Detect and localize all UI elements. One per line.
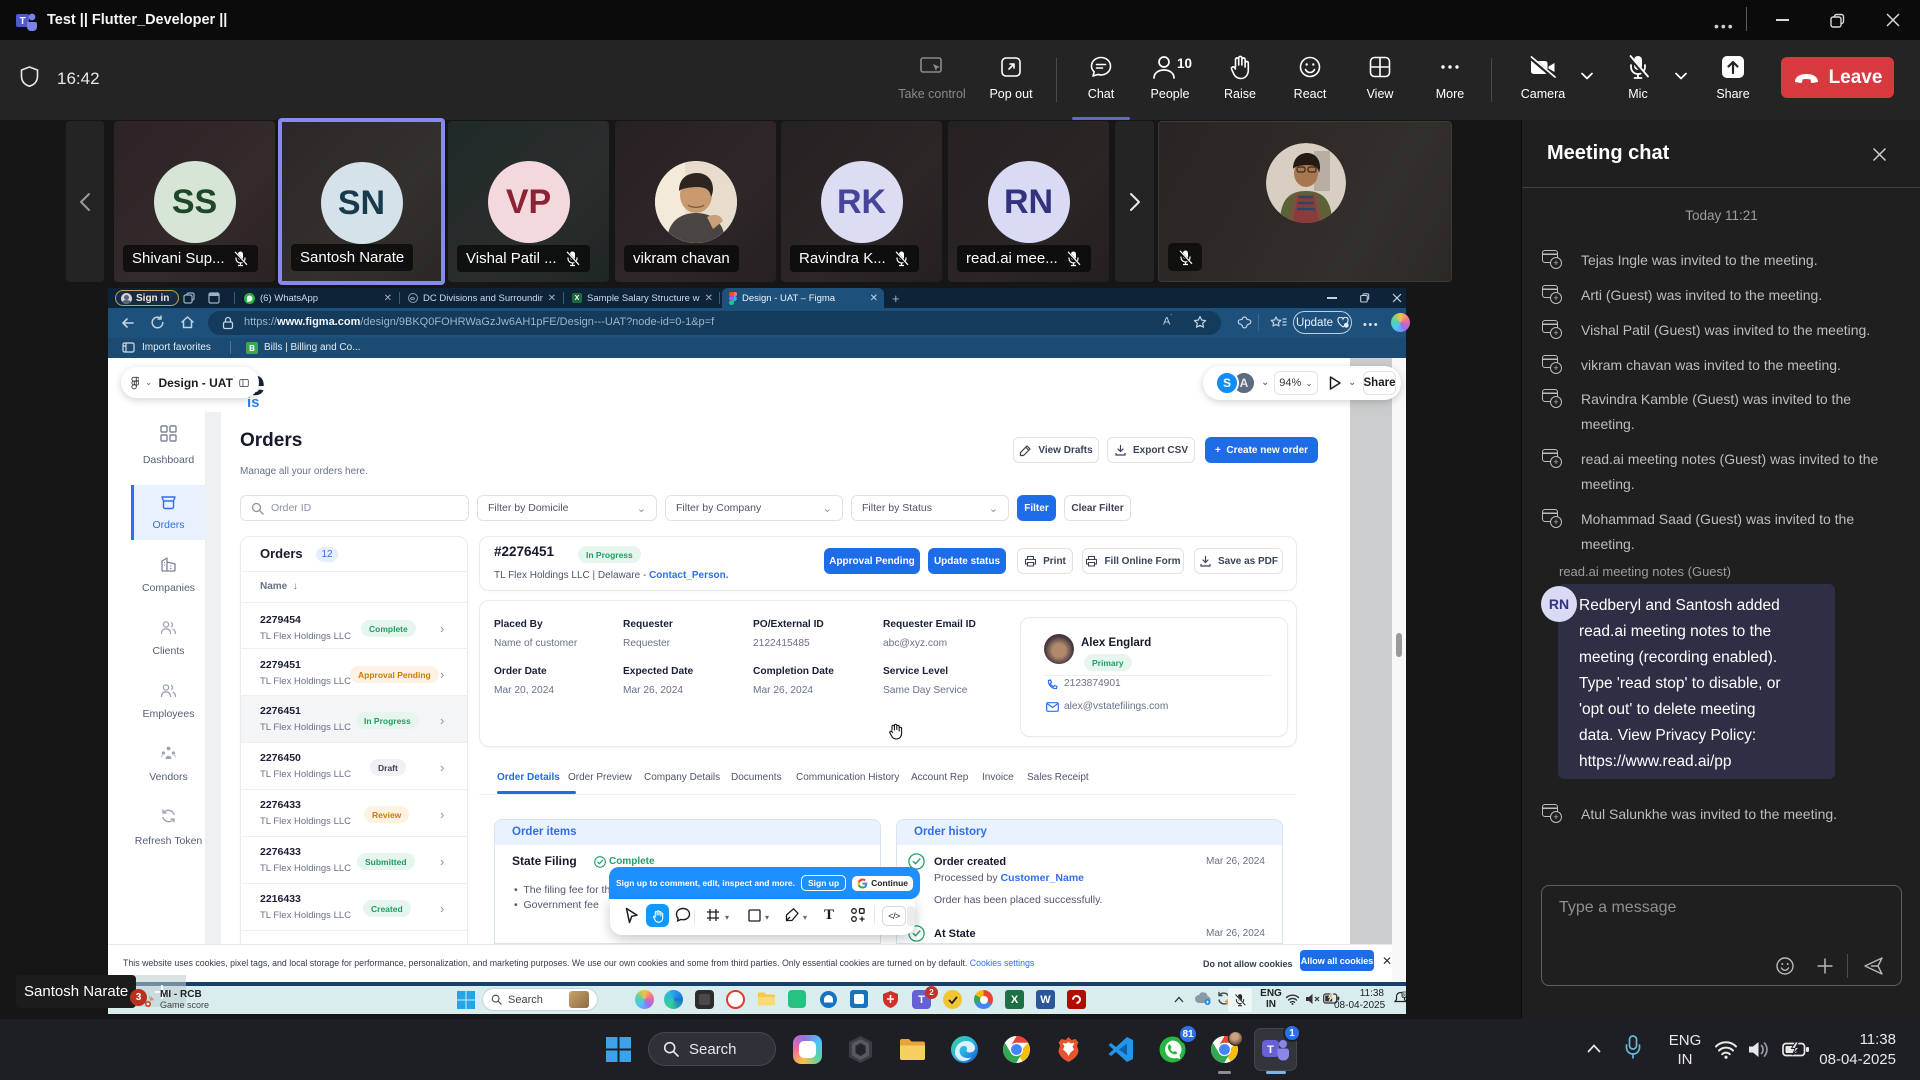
svg-text:10: 10 (1177, 56, 1192, 71)
svg-text:T: T (1267, 1044, 1274, 1056)
svg-text:T: T (19, 16, 25, 27)
svg-text:31: 31 (1402, 992, 1406, 997)
